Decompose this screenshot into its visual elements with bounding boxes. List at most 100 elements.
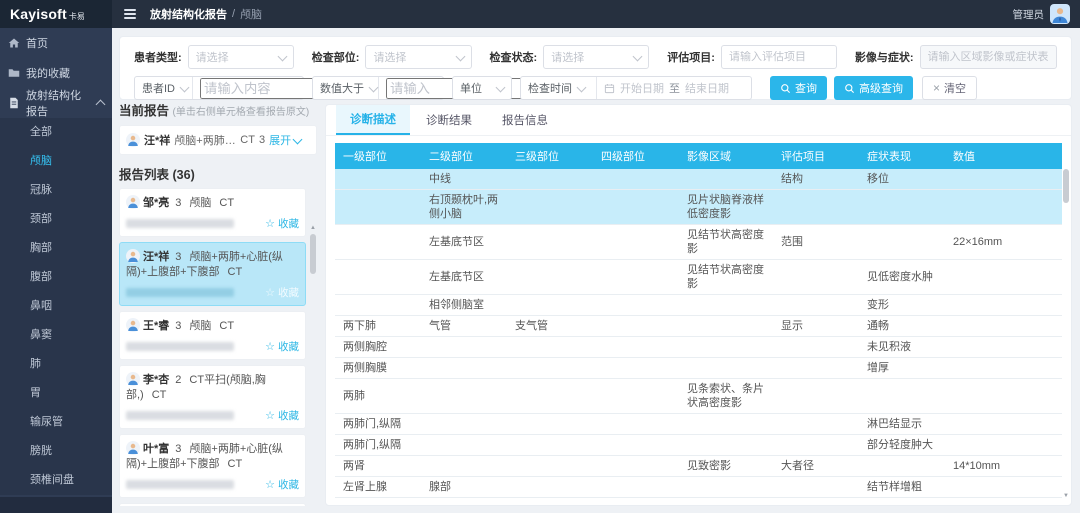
table-cell[interactable] bbox=[507, 456, 593, 477]
table-cell[interactable]: 结节样增粗 bbox=[859, 477, 945, 498]
list-item[interactable]: 李*杏2CT平扫(颅脑,胸部,)CT☆收藏 bbox=[119, 365, 306, 429]
filter-select[interactable]: 请选择 bbox=[365, 45, 471, 69]
patient-id-select[interactable]: 患者ID bbox=[135, 77, 193, 99]
sidebar-subitem[interactable]: 颅脑 bbox=[0, 147, 112, 176]
favorite-button[interactable]: ☆收藏 bbox=[265, 339, 299, 354]
table-cell[interactable] bbox=[773, 337, 859, 358]
table-cell[interactable]: 见结节状高密度影 bbox=[679, 260, 773, 295]
table-cell[interactable]: 22×16mm bbox=[945, 225, 1062, 260]
breadcrumb-root[interactable]: 放射结构化报告 bbox=[150, 6, 227, 22]
table-cell[interactable] bbox=[507, 379, 593, 414]
sidebar-subitem[interactable]: 全部 bbox=[0, 118, 112, 147]
table-cell[interactable] bbox=[507, 358, 593, 379]
table-cell[interactable] bbox=[593, 225, 679, 260]
table-cell[interactable] bbox=[335, 190, 421, 225]
sidebar-subitem[interactable]: 膀胱 bbox=[0, 437, 112, 466]
sidebar-item-favorites[interactable]: 我的收藏 bbox=[0, 58, 112, 88]
value-compare-select[interactable]: 数值大于 bbox=[313, 77, 379, 99]
table-cell[interactable]: 两肺门,纵隔 bbox=[335, 414, 421, 435]
table-cell[interactable] bbox=[773, 414, 859, 435]
table-cell[interactable]: 变形 bbox=[859, 295, 945, 316]
table-cell[interactable]: 部分轻度肿大 bbox=[859, 435, 945, 456]
table-cell[interactable] bbox=[679, 414, 773, 435]
table-cell[interactable] bbox=[335, 225, 421, 260]
table-cell[interactable]: 结构 bbox=[773, 169, 859, 190]
table-cell[interactable] bbox=[679, 477, 773, 498]
table-cell[interactable] bbox=[679, 358, 773, 379]
table-cell[interactable] bbox=[593, 190, 679, 225]
table-cell[interactable] bbox=[773, 190, 859, 225]
table-cell[interactable] bbox=[593, 169, 679, 190]
table-cell[interactable] bbox=[773, 295, 859, 316]
table-cell[interactable] bbox=[593, 456, 679, 477]
table-cell[interactable] bbox=[679, 169, 773, 190]
exam-time-select[interactable]: 检查时间 bbox=[521, 77, 597, 99]
table-cell[interactable] bbox=[335, 295, 421, 316]
table-cell[interactable] bbox=[945, 414, 1062, 435]
list-scrollbar[interactable]: ▲ bbox=[309, 227, 317, 506]
table-cell[interactable] bbox=[945, 260, 1062, 295]
list-item[interactable]: 汪*祥3颅脑+两肺+心脏(纵隔)+上腹部+下腹部CT☆收藏 bbox=[119, 242, 306, 306]
table-cell[interactable] bbox=[945, 498, 1062, 500]
expand-button[interactable]: 展开 bbox=[269, 132, 301, 148]
avatar[interactable] bbox=[1050, 4, 1070, 24]
table-cell[interactable] bbox=[507, 414, 593, 435]
table-scrollbar[interactable]: ▼ bbox=[1062, 167, 1070, 497]
table-cell[interactable]: 支气管 bbox=[507, 316, 593, 337]
date-range-picker[interactable]: 开始日期 至 结束日期 bbox=[597, 77, 751, 99]
table-cell[interactable]: 见条索状、条片状高密度影 bbox=[679, 379, 773, 414]
filter-input[interactable] bbox=[928, 51, 1049, 63]
sidebar-item-reports[interactable]: 放射结构化报告 bbox=[0, 88, 112, 118]
table-cell[interactable] bbox=[945, 295, 1062, 316]
table-cell[interactable] bbox=[773, 260, 859, 295]
advanced-search-button[interactable]: 高级查询 bbox=[834, 76, 913, 100]
table-cell[interactable]: 通畅 bbox=[859, 316, 945, 337]
unit-select[interactable]: 单位 bbox=[452, 76, 512, 100]
table-cell[interactable]: 两肺门,纵隔 bbox=[335, 435, 421, 456]
sidebar-subitem[interactable]: 颈部 bbox=[0, 205, 112, 234]
table-cell[interactable] bbox=[507, 337, 593, 358]
table-cell[interactable]: 左基底节区 bbox=[421, 260, 507, 295]
table-cell[interactable] bbox=[421, 435, 507, 456]
sidebar-subitem[interactable]: 肺 bbox=[0, 350, 112, 379]
table-cell[interactable] bbox=[421, 337, 507, 358]
scrollbar-thumb[interactable] bbox=[1063, 169, 1069, 203]
table-cell[interactable]: 14*10mm bbox=[945, 456, 1062, 477]
sidebar-subitem[interactable]: 胸部 bbox=[0, 234, 112, 263]
table-cell[interactable] bbox=[679, 295, 773, 316]
table-cell[interactable] bbox=[773, 358, 859, 379]
table-cell[interactable] bbox=[679, 337, 773, 358]
table-cell[interactable] bbox=[945, 316, 1062, 337]
table-cell[interactable]: 范围 bbox=[773, 225, 859, 260]
clear-button[interactable]: × 清空 bbox=[922, 76, 977, 100]
table-cell[interactable] bbox=[859, 379, 945, 414]
tab-report-info[interactable]: 报告信息 bbox=[488, 105, 562, 135]
tab-diagnosis-result[interactable]: 诊断结果 bbox=[412, 105, 486, 135]
sidebar-subitem[interactable]: 颈椎间盘 bbox=[0, 466, 112, 495]
table-cell[interactable]: 无殊 bbox=[859, 498, 945, 500]
filter-select[interactable]: 请选择 bbox=[543, 45, 649, 69]
table-cell[interactable]: 显示 bbox=[773, 316, 859, 337]
table-cell[interactable] bbox=[593, 337, 679, 358]
favorite-button[interactable]: ☆收藏 bbox=[265, 408, 299, 423]
table-cell[interactable] bbox=[507, 190, 593, 225]
table-cell[interactable] bbox=[945, 190, 1062, 225]
table-cell[interactable]: 淋巴结显示 bbox=[859, 414, 945, 435]
table-cell[interactable]: 右顶颞枕叶,两侧小脑 bbox=[421, 190, 507, 225]
table-cell[interactable] bbox=[593, 260, 679, 295]
search-button[interactable]: 查询 bbox=[770, 76, 827, 100]
favorite-button[interactable]: ☆收藏 bbox=[265, 477, 299, 492]
app-logo[interactable]: Kayisoft 卡易 bbox=[0, 0, 112, 28]
table-cell[interactable] bbox=[507, 225, 593, 260]
table-cell[interactable] bbox=[593, 435, 679, 456]
table-cell[interactable]: 气管 bbox=[421, 316, 507, 337]
sidebar-subitem[interactable]: 胃 bbox=[0, 379, 112, 408]
table-cell[interactable] bbox=[507, 260, 593, 295]
table-cell[interactable]: 左基底节区 bbox=[421, 225, 507, 260]
table-cell[interactable] bbox=[593, 414, 679, 435]
sidebar-subitem[interactable]: 鼻咽 bbox=[0, 292, 112, 321]
table-cell[interactable]: 增厚 bbox=[859, 358, 945, 379]
table-cell[interactable] bbox=[507, 498, 593, 500]
table-cell[interactable] bbox=[421, 414, 507, 435]
table-cell[interactable] bbox=[773, 379, 859, 414]
